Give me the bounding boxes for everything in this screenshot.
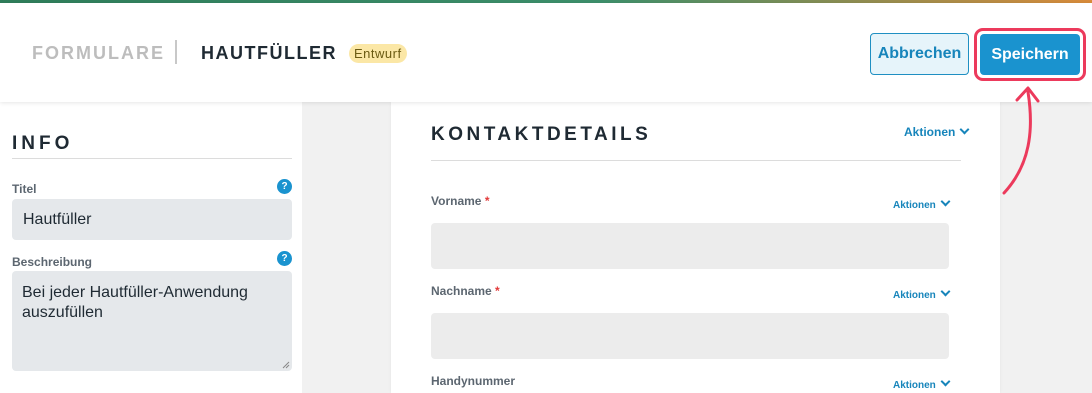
lastname-field-label: Nachname *	[431, 284, 500, 298]
info-divider	[12, 158, 292, 159]
phone-field-label: Handynummer	[431, 374, 515, 388]
description-textarea-value: Bei jeder Hautfüller-Anwendung auszufüll…	[22, 284, 248, 321]
title-field-label: Titel	[12, 182, 37, 196]
firstname-input[interactable]	[431, 223, 949, 269]
required-marker: *	[484, 194, 490, 208]
firstname-label-text: Vorname	[431, 194, 482, 208]
save-button[interactable]: Speichern	[980, 34, 1080, 75]
description-field-label: Beschreibung	[12, 255, 93, 269]
phone-actions-menu[interactable]: Aktionen	[893, 376, 951, 391]
firstname-field-label: Vorname *	[431, 194, 489, 208]
breadcrumb-forms[interactable]: FORMULARE	[32, 43, 165, 64]
title-input[interactable]: Hautfüller	[12, 199, 292, 240]
status-badge: Entwurf	[349, 44, 407, 63]
cancel-button[interactable]: Abbrechen	[870, 33, 969, 75]
phone-label-text: Handynummer	[431, 374, 516, 388]
lastname-actions-menu[interactable]: Aktionen	[893, 286, 951, 301]
required-marker: *	[495, 284, 500, 298]
lastname-input[interactable]	[431, 313, 949, 359]
section-actions-label: Aktionen	[904, 125, 956, 139]
description-textarea[interactable]: Bei jeder Hautfüller-Anwendung auszufüll…	[12, 271, 292, 371]
help-icon[interactable]: ?	[277, 179, 292, 194]
help-icon[interactable]: ?	[277, 251, 292, 266]
firstname-actions-menu[interactable]: Aktionen	[893, 196, 951, 211]
section-divider	[431, 160, 961, 161]
save-button-highlight: Speichern	[974, 28, 1086, 81]
chevron-down-icon	[959, 124, 970, 135]
info-heading: INFO	[12, 133, 74, 154]
page-title: HAUTFÜLLER	[201, 43, 337, 63]
lastname-actions-label: Aktionen	[893, 290, 936, 301]
page-header: FORMULARE HAUTFÜLLER Entwurf Abbrechen S…	[0, 3, 1092, 102]
section-title: KONTAKTDETAILS	[431, 124, 652, 145]
section-actions-menu[interactable]: Aktionen	[904, 124, 970, 139]
annotation-arrow-icon	[1002, 86, 1040, 195]
phone-actions-label: Aktionen	[893, 380, 936, 391]
lastname-label-text: Nachname	[431, 284, 492, 298]
title-input-value: Hautfüller	[23, 211, 92, 228]
firstname-actions-label: Aktionen	[893, 200, 936, 211]
resize-grip-icon[interactable]	[282, 361, 290, 369]
breadcrumb-separator	[175, 40, 177, 64]
